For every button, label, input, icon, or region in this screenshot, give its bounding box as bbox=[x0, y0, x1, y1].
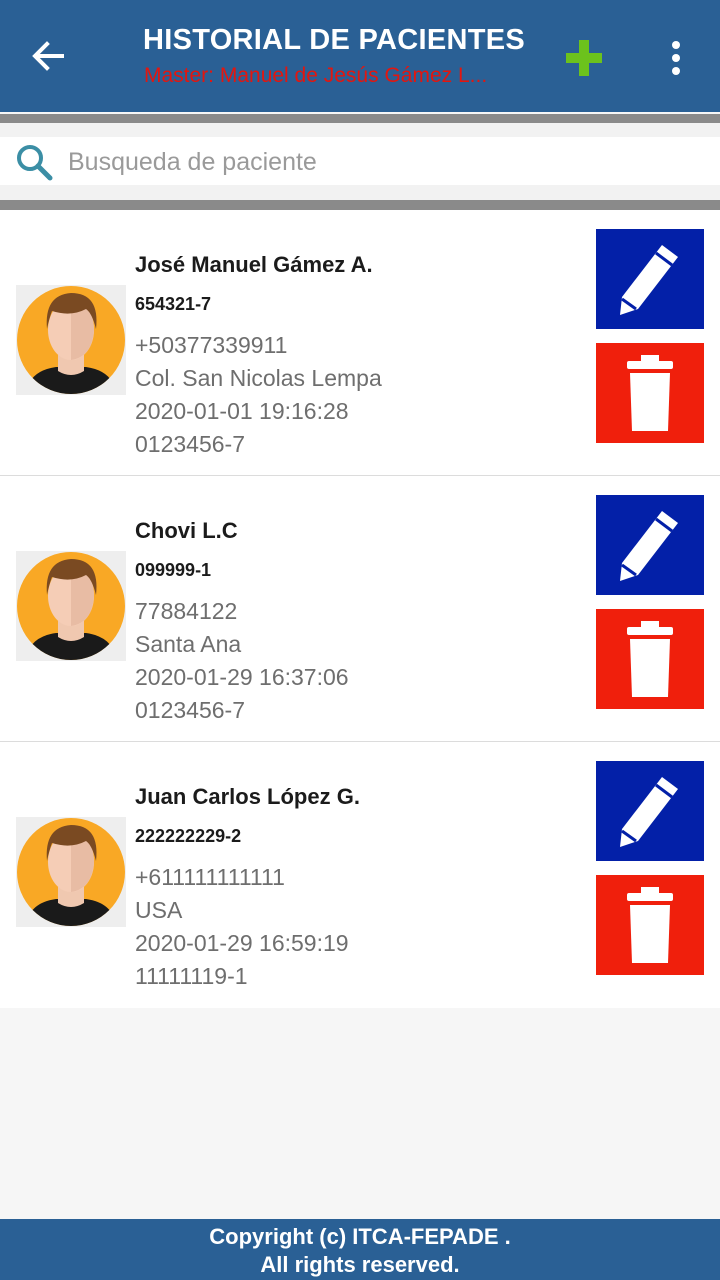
patient-code: 222222229-2 bbox=[135, 826, 242, 846]
pencil-icon bbox=[620, 245, 678, 315]
add-patient-button[interactable] bbox=[556, 30, 612, 86]
delete-button[interactable] bbox=[596, 609, 704, 709]
patient-address: USA bbox=[135, 897, 183, 923]
patient-list: José Manuel Gámez A. 654321-7 +503773399… bbox=[0, 210, 720, 1008]
patient-address: Col. San Nicolas Lempa bbox=[135, 365, 382, 391]
overflow-menu-button[interactable] bbox=[656, 30, 696, 86]
delete-button[interactable] bbox=[596, 343, 704, 443]
spacer bbox=[0, 185, 720, 200]
edit-button[interactable] bbox=[596, 495, 704, 595]
patient-datetime: 2020-01-29 16:37:06 bbox=[135, 664, 349, 690]
patient-name: José Manuel Gámez A. bbox=[135, 252, 373, 277]
avatar bbox=[16, 285, 126, 395]
patient-datetime: 2020-01-29 16:59:19 bbox=[135, 930, 349, 956]
trash-icon bbox=[627, 621, 673, 697]
patient-phone: +611111111111 bbox=[135, 864, 285, 890]
patient-code: 099999-1 bbox=[135, 560, 212, 580]
patient-datetime: 2020-01-01 19:16:28 bbox=[135, 398, 349, 424]
patient-code: 654321-7 bbox=[135, 294, 212, 314]
patient-phone: +50377339911 bbox=[135, 332, 288, 358]
rights-text: All rights reserved. bbox=[260, 1252, 460, 1277]
trash-icon bbox=[627, 887, 673, 963]
list-item[interactable]: Juan Carlos López G. 222222229-2 +611111… bbox=[0, 742, 720, 1008]
spacer bbox=[0, 123, 720, 137]
edit-button[interactable] bbox=[596, 761, 704, 861]
pencil-icon bbox=[620, 511, 678, 581]
list-item[interactable]: José Manuel Gámez A. 654321-7 +503773399… bbox=[0, 210, 720, 476]
plus-icon bbox=[566, 40, 602, 76]
avatar bbox=[16, 551, 126, 661]
pencil-icon bbox=[620, 777, 678, 847]
avatar bbox=[16, 817, 126, 927]
patient-dui: 0123456-7 bbox=[135, 697, 245, 723]
divider bbox=[0, 114, 720, 123]
patient-dui: 11111119-1 bbox=[135, 963, 248, 989]
patient-dui: 0123456-7 bbox=[135, 431, 245, 457]
patient-name: Chovi L.C bbox=[135, 518, 238, 543]
master-subtitle: Master: Manuel de Jesús Gámez L... bbox=[144, 64, 488, 87]
more-vert-icon bbox=[672, 41, 680, 75]
list-item[interactable]: Chovi L.C 099999-1 77884122 Santa Ana 20… bbox=[0, 476, 720, 742]
app-bar: HISTORIAL DE PACIENTES Master: Manuel de… bbox=[0, 0, 720, 112]
patient-name: Juan Carlos López G. bbox=[135, 784, 360, 809]
trash-icon bbox=[627, 355, 673, 431]
patient-address: Santa Ana bbox=[135, 631, 242, 657]
edit-button[interactable] bbox=[596, 229, 704, 329]
patient-phone: 77884122 bbox=[135, 598, 238, 624]
delete-button[interactable] bbox=[596, 875, 704, 975]
search-input[interactable] bbox=[68, 140, 688, 184]
divider bbox=[0, 200, 720, 210]
search-icon bbox=[17, 145, 53, 181]
copyright-text: Copyright (c) ITCA-FEPADE . bbox=[209, 1224, 511, 1249]
footer: Copyright (c) ITCA-FEPADE . All rights r… bbox=[0, 1219, 720, 1280]
